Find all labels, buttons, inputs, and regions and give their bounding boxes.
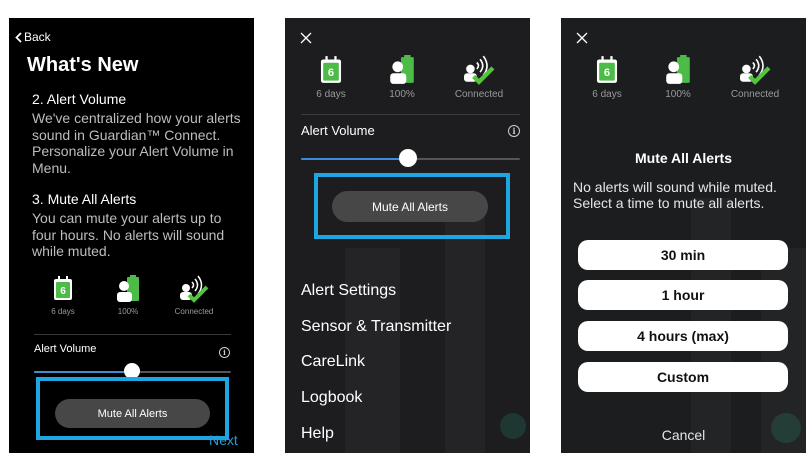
menu-item-sensor-transmitter[interactable]: Sensor & Transmitter	[301, 318, 451, 336]
menu-item-carelink[interactable]: CareLink	[301, 353, 365, 371]
whats-new-screen: Back What's New 2. Alert Volume We've ce…	[9, 18, 254, 453]
transmitter-battery-icon	[117, 275, 139, 302]
calendar-sensor-icon: 6	[54, 276, 72, 300]
connection-label: Connected	[174, 307, 214, 316]
connection-label: Connected	[730, 89, 780, 100]
mute-dialog-message: No alerts will sound while muted. Select…	[573, 179, 777, 211]
slider-fill	[301, 158, 407, 160]
divider	[301, 114, 520, 115]
sensor-status: 6 6 days	[301, 55, 361, 100]
calendar-sensor-icon: 6	[596, 56, 618, 83]
mute-dialog-title: Mute All Alerts	[635, 150, 732, 166]
mute-option-30-min[interactable]: 30 min	[578, 240, 788, 270]
sensor-days-number: 6	[604, 67, 610, 79]
back-button[interactable]: Back	[15, 30, 51, 44]
status-bar: 6 6 days 100% Connected	[301, 55, 515, 100]
chevron-left-icon	[15, 31, 22, 43]
info-icon[interactable]: i	[508, 125, 520, 137]
sensor-days-label: 6 days	[51, 307, 75, 316]
battery-status: 100%	[361, 55, 443, 100]
page-title: What's New	[27, 54, 139, 76]
transmitter-battery-icon	[666, 55, 690, 84]
menu-item-alert-settings[interactable]: Alert Settings	[301, 282, 396, 300]
sensor-days-label: 6 days	[592, 89, 622, 100]
status-bar: 6 6 days 100% Connected	[31, 275, 227, 316]
sensor-days-label: 6 days	[316, 89, 346, 100]
connection-label: Connected	[454, 89, 504, 100]
menu-item-logbook[interactable]: Logbook	[301, 389, 362, 407]
close-icon[interactable]	[300, 32, 312, 44]
alert-volume-label: Alert Volume	[301, 123, 375, 138]
battery-status: 100%	[95, 275, 161, 316]
slider-fill	[34, 371, 129, 373]
divider	[34, 334, 231, 335]
transmitter-battery-icon	[390, 55, 414, 84]
info-icon[interactable]: i	[219, 347, 230, 358]
menu-item-help[interactable]: Help	[301, 425, 334, 443]
battery-label: 100%	[389, 89, 415, 100]
alert-volume-label: Alert Volume	[34, 343, 97, 355]
connection-status: Connected	[161, 275, 227, 316]
connection-status: Connected	[719, 55, 791, 100]
calendar-sensor-icon: 6	[320, 56, 342, 83]
mute-option-custom[interactable]: Custom	[578, 362, 788, 392]
battery-label: 100%	[665, 89, 691, 100]
sensor-status: 6 6 days	[577, 55, 637, 100]
menu-screen: 6 6 days 100% Connected Alert Volume i M…	[285, 18, 530, 453]
status-bar: 6 6 days 100% Connected	[577, 55, 791, 100]
back-label: Back	[24, 30, 51, 44]
section-title-mute-all: 3. Mute All Alerts	[32, 191, 137, 207]
alert-volume-slider[interactable]	[301, 149, 520, 167]
next-button[interactable]: Next	[209, 432, 238, 448]
section-body-mute-all: You can mute your alerts up to four hour…	[32, 210, 225, 259]
alert-volume-slider[interactable]	[34, 363, 231, 379]
background-chart-bar	[345, 248, 400, 453]
battery-status: 100%	[637, 55, 719, 100]
connection-status: Connected	[443, 55, 515, 100]
mute-option-4-hours[interactable]: 4 hours (max)	[578, 321, 788, 351]
connected-phone-icon	[180, 275, 209, 303]
highlight-box	[314, 173, 510, 239]
sensor-status: 6 6 days	[31, 275, 95, 316]
close-icon[interactable]	[576, 32, 588, 44]
connected-phone-icon	[740, 55, 771, 85]
sensor-days-number: 6	[328, 67, 334, 79]
section-title-alert-volume: 2. Alert Volume	[32, 91, 127, 107]
highlight-box	[36, 377, 229, 440]
connected-phone-icon	[464, 55, 495, 85]
battery-label: 100%	[117, 307, 139, 316]
sensor-days-number: 6	[60, 286, 66, 297]
section-body-alert-volume: We've centralized how your alerts sound …	[32, 110, 241, 176]
cancel-button[interactable]: Cancel	[561, 427, 806, 443]
mute-dialog-screen: 6 6 days 100% Connected Mute All Alerts …	[561, 18, 806, 453]
mute-option-1-hour[interactable]: 1 hour	[578, 280, 788, 310]
background-glow	[500, 413, 526, 439]
slider-knob[interactable]	[399, 149, 417, 167]
